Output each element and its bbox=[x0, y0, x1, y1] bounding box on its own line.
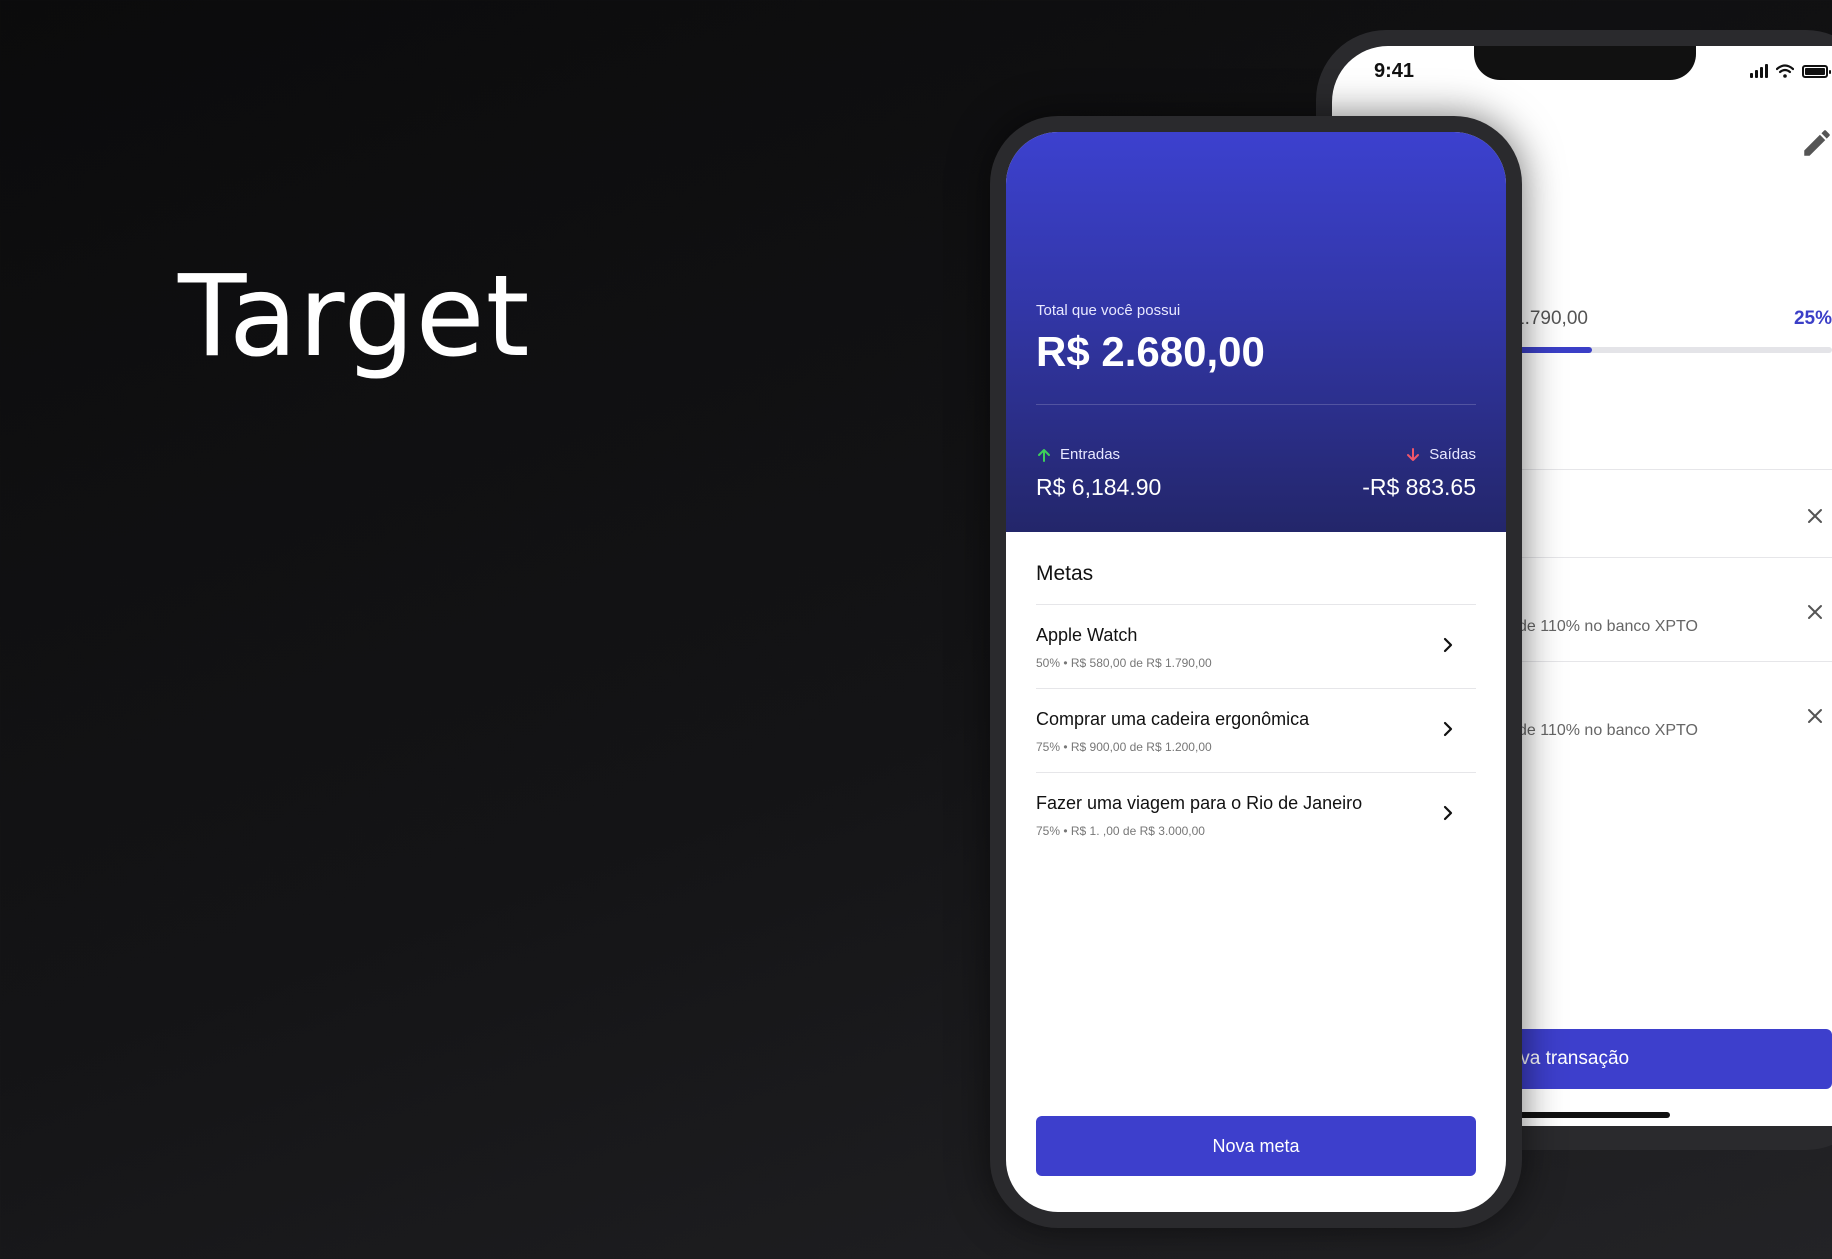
home-indicator bbox=[1500, 1112, 1670, 1118]
phone-notch bbox=[1474, 46, 1696, 80]
battery-icon bbox=[1802, 64, 1831, 78]
chevron-right-icon bbox=[1443, 637, 1453, 653]
goal-item[interactable]: Fazer uma viagem para o Rio de Janeiro 7… bbox=[1036, 772, 1476, 856]
header-divider bbox=[1036, 404, 1476, 405]
goal-amount: 1.790,00 bbox=[1514, 308, 1588, 329]
goal-detail: 75% • R$ 1. ,00 de R$ 3.000,00 bbox=[1036, 824, 1205, 838]
close-icon[interactable] bbox=[1806, 707, 1824, 725]
new-goal-button[interactable]: Nova meta bbox=[1036, 1116, 1476, 1176]
divider bbox=[1512, 557, 1832, 558]
arrow-down-icon bbox=[1407, 447, 1420, 461]
close-icon[interactable] bbox=[1806, 603, 1824, 621]
home-screen: Total que você possui R$ 2.680,00 Entrad… bbox=[1006, 132, 1506, 1212]
transaction-text: de 110% no banco XPTO bbox=[1518, 618, 1698, 635]
goal-name: Apple Watch bbox=[1036, 625, 1138, 645]
goal-progress-bar bbox=[1512, 347, 1832, 353]
hero-title: Target bbox=[178, 252, 531, 382]
expense-label: Saídas bbox=[1429, 446, 1476, 463]
goals-title: Metas bbox=[1036, 562, 1094, 585]
income-value: R$ 6,184.90 bbox=[1036, 474, 1162, 500]
close-icon[interactable] bbox=[1806, 507, 1824, 525]
status-icons bbox=[1750, 64, 1831, 78]
goal-item[interactable]: Comprar uma cadeira ergonômica 75% • R$ … bbox=[1036, 688, 1476, 772]
divider bbox=[1512, 469, 1832, 470]
goal-progress-fill bbox=[1512, 347, 1592, 353]
wifi-icon bbox=[1776, 64, 1794, 78]
balance-header: Total que você possui R$ 2.680,00 Entrad… bbox=[1006, 132, 1506, 532]
goals-list: Apple Watch 50% • R$ 580,00 de R$ 1.790,… bbox=[1036, 604, 1476, 856]
income-label-row: Entradas bbox=[1036, 446, 1120, 463]
expense-label-row: Saídas bbox=[1405, 446, 1476, 463]
arrow-up-icon bbox=[1038, 448, 1050, 462]
chevron-right-icon bbox=[1443, 721, 1453, 737]
goal-percent: 25% bbox=[1793, 308, 1832, 329]
goal-name: Comprar uma cadeira ergonômica bbox=[1036, 709, 1310, 729]
expense-value: -R$ 883.65 bbox=[1362, 474, 1476, 500]
chevron-right-icon bbox=[1443, 805, 1453, 821]
divider bbox=[1512, 661, 1832, 662]
goal-item[interactable]: Apple Watch 50% • R$ 580,00 de R$ 1.790,… bbox=[1036, 604, 1476, 688]
income-label: Entradas bbox=[1060, 446, 1121, 463]
transaction-text: de 110% no banco XPTO bbox=[1518, 722, 1698, 739]
goal-name: Fazer uma viagem para o Rio de Janeiro bbox=[1036, 793, 1363, 813]
status-time: 9:41 bbox=[1374, 60, 1415, 82]
edit-icon[interactable] bbox=[1800, 126, 1832, 160]
goal-detail: 50% • R$ 580,00 de R$ 1.790,00 bbox=[1036, 656, 1212, 670]
total-label: Total que você possui bbox=[1036, 302, 1181, 319]
goal-detail: 75% • R$ 900,00 de R$ 1.200,00 bbox=[1036, 740, 1212, 754]
signal-icon bbox=[1750, 64, 1768, 78]
total-value: R$ 2.680,00 bbox=[1036, 328, 1265, 375]
